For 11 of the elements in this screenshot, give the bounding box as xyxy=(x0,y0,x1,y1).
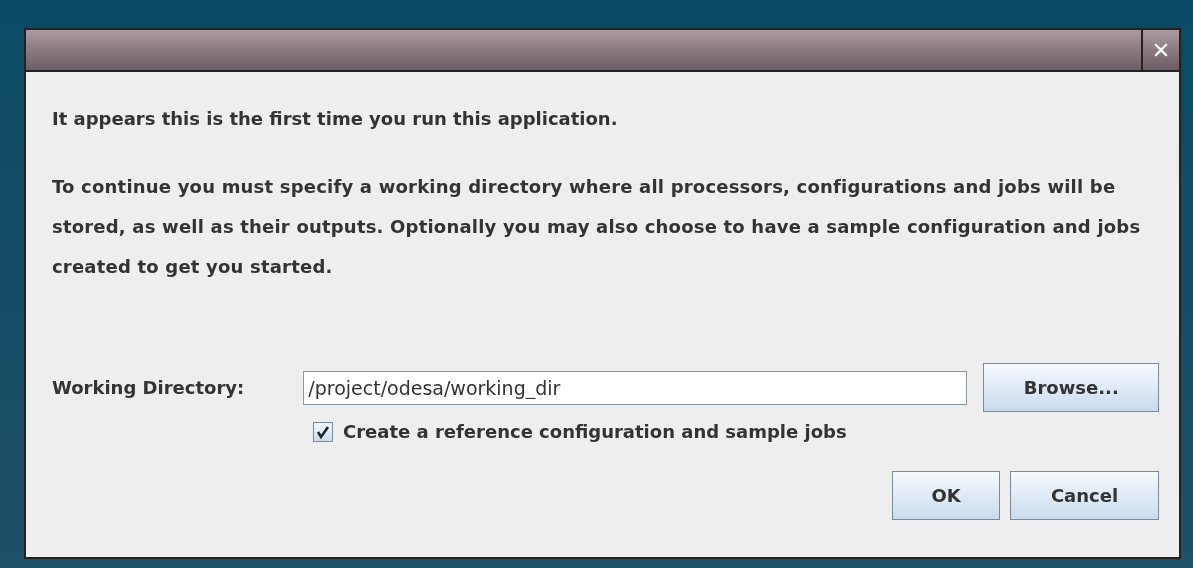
check-icon xyxy=(316,424,330,439)
checkbox-label: Create a reference configuration and sample jobs xyxy=(343,420,847,444)
checkbox[interactable] xyxy=(313,421,333,442)
browse-button[interactable]: Browse... xyxy=(983,363,1159,412)
dialog-button[interactable]: Cancel xyxy=(1010,471,1159,520)
close-button[interactable]: ✕ xyxy=(1141,30,1179,70)
instruction-text: To continue you must specify a working directory where all processors, configurations and jobs will be stored, as well as their outputs. Optionally you may also choose to have a sample configuration and jobs created to get you started. xyxy=(52,175,1142,279)
directory-field[interactable]: /project/odesa/working_dir xyxy=(303,370,968,405)
dialog-button[interactable]: OK xyxy=(892,471,1000,520)
intro-text: It appears this is the first time you run this application. xyxy=(52,107,619,131)
field-label: Working Directory: xyxy=(52,376,246,400)
